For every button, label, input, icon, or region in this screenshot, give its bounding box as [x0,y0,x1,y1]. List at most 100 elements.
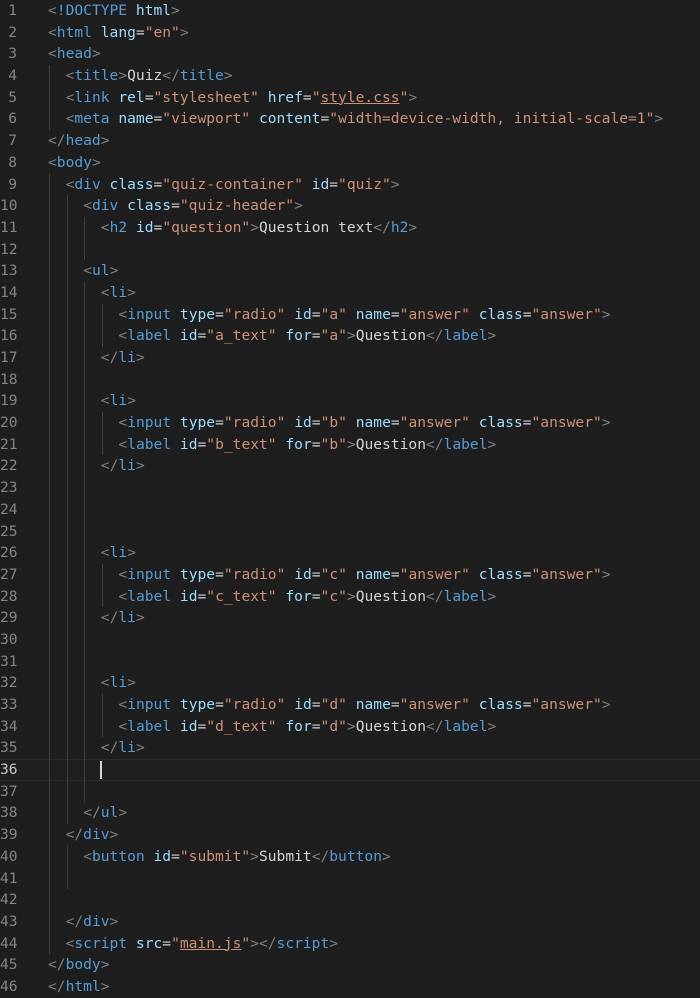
code-line[interactable]: 23 [0,477,700,499]
code-line[interactable]: 29 </li> [0,607,700,629]
indent-guide [66,542,68,564]
code-line[interactable]: 21 <label id="b_text" for="b">Question</l… [0,433,700,456]
token-punctuation: </ [100,739,119,757]
code-text: <label id="d_text" for="d">Question</lab… [118,716,496,738]
code-line[interactable]: 16 <label id="a_text" for="a">Question</l… [0,325,700,347]
code-line[interactable]: 31 [0,650,700,673]
token-punctuation: > [487,587,497,605]
token-text: Question [355,717,426,735]
code-line[interactable]: 34 <label id="d_text" for="d">Question</l… [0,715,700,738]
code-line[interactable]: 10 <div class="quiz-header"> [0,195,700,217]
code-lines[interactable]: 1 <!DOCTYPE html> 2 <html lang="en"> 3 <head>… [0,0,700,998]
code-line[interactable]: 26 <li> [0,542,700,564]
indent-guide [49,303,50,326]
code-text: <!DOCTYPE html> [48,0,180,22]
code-line[interactable]: 40 <button id="submit">Submit</button> [0,845,700,868]
code-line[interactable]: 1 <!DOCTYPE html> [0,0,700,22]
code-line[interactable]: 18 [0,368,700,391]
token-text: = [153,110,163,128]
token-punctuation: > [381,847,391,865]
code-text: </html> [48,976,110,998]
line-number: 24 [0,500,18,518]
code-line[interactable]: 19 <li> [0,390,700,413]
code-editor[interactable]: 1 <!DOCTYPE html> 2 <html lang="en"> 3 <head>… [0,0,700,995]
code-line[interactable]: 33 <input type="radio" id="d" name="answe… [0,694,700,716]
code-line[interactable]: 20 <input type="radio" id="b" name="answe… [0,412,700,434]
code-line[interactable]: 43 </div> [0,910,700,933]
code-line[interactable]: 11 <h2 id="question">Question text</h2> [0,216,700,239]
code-text: <input type="radio" id="a" name="answer"… [118,304,610,326]
token-tag-name: head [56,45,92,63]
token-string-value: "a" [320,327,347,345]
code-line[interactable]: 15 <input type="radio" id="a" name="answe… [0,303,700,326]
code-line[interactable]: 27 <input type="radio" id="c" name="answe… [0,563,700,586]
line-number: 45 [0,956,18,974]
code-line[interactable]: 24 [0,498,700,521]
code-line[interactable]: 12 [0,238,700,261]
indent-guide [49,455,50,478]
token-tag-name: label [443,435,488,453]
token-attribute-name: lang [100,23,136,41]
code-line[interactable]: 28 <label id="c_text" for="c">Question</l… [0,585,700,608]
code-line[interactable]: 5 <link rel="stylesheet" href="style.css"… [0,86,700,109]
token-text: = [171,197,180,215]
indent-guide [84,520,86,543]
code-line[interactable]: 37 [0,780,700,803]
code-text: <title>Quiz</title> [66,65,233,87]
code-line[interactable]: 9 <div class="quiz-container" id="quiz"> [0,173,700,196]
token-text: = [390,305,400,323]
indent-guide [101,563,103,586]
line-number: 43 [0,912,18,930]
token-punctuation: > [179,23,189,41]
code-line[interactable]: 22 </li> [0,455,700,478]
indent-guide [49,824,50,846]
line-number: 40 [0,847,18,865]
code-line[interactable]: 39 </div> [0,824,700,846]
token-text: = [302,88,312,106]
code-line[interactable]: 32 <li> [0,672,700,694]
code-line[interactable]: 6 <meta name="viewport" content="width=de… [0,108,700,131]
code-line[interactable]: 4 <title>Quiz</title> [0,65,700,87]
token-string-value: "submit" [179,847,251,865]
indent-guide [49,607,50,629]
token-punctuation: > [601,305,611,323]
line-number: 30 [0,630,18,648]
indent-guide [84,628,86,651]
token-text: = [215,414,224,432]
code-line[interactable]: 42 [0,889,700,911]
token-tag-name: li [109,392,128,410]
token-punctuation: </ [426,587,444,605]
code-line[interactable]: 3 <head> [0,43,700,65]
code-line[interactable]: 44 <script src="main.js"></script> [0,932,700,955]
token-string-value: "question" [162,218,251,236]
code-line[interactable]: 17 </li> [0,347,700,369]
token-text: = [311,696,321,713]
indent-guide [66,759,68,781]
code-line[interactable]: 13 <ul> [0,260,700,282]
code-text: </li> [101,607,145,629]
code-line[interactable]: 8 <body> [0,152,700,174]
code-line[interactable]: 35 </li> [0,737,700,760]
code-line[interactable]: 45 </body> [0,954,700,976]
line-number: 14 [0,283,18,301]
code-line[interactable]: 46 </html> [0,976,700,998]
code-line[interactable]: 7 </head> [0,130,700,152]
token-tag-name: input [127,696,172,713]
code-line[interactable]: 36 [0,759,700,781]
token-string-value: "radio" [223,414,286,432]
token-attribute-name: id [179,327,198,345]
code-text: <li> [101,390,136,412]
token-attribute-name: class [478,696,523,713]
token-attribute-name: id [179,435,198,453]
token-text: = [311,305,321,323]
code-line[interactable]: 25 [0,520,700,543]
token-punctuation: < [48,23,57,41]
token-string-value: "d" [320,717,347,735]
code-line[interactable]: 2 <html lang="en"> [0,22,700,44]
code-line[interactable]: 38 </ul> [0,802,700,825]
code-line[interactable]: 41 [0,867,700,890]
code-line[interactable]: 14 <li> [0,281,700,304]
code-line[interactable]: 30 [0,628,700,651]
